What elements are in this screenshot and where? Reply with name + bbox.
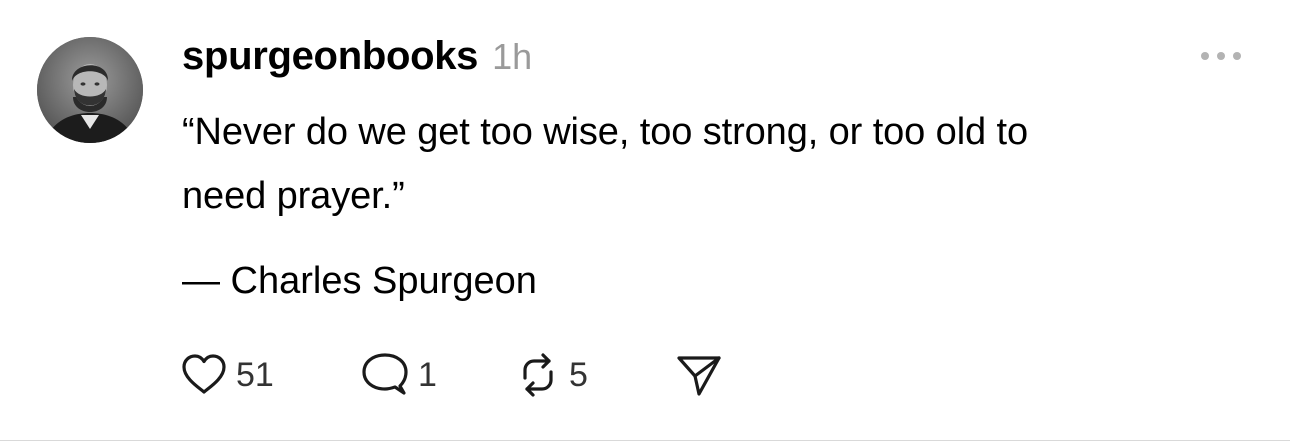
- send-paper-plane-icon: [677, 356, 721, 396]
- quote-attribution: — Charles Spurgeon: [182, 260, 537, 302]
- repost-button[interactable]: 5: [515, 350, 675, 400]
- reply-count: 1: [418, 355, 437, 394]
- username[interactable]: spurgeonbooks: [182, 34, 478, 79]
- post-header: spurgeonbooks 1h: [182, 34, 532, 84]
- more-options-button[interactable]: [1196, 38, 1246, 78]
- comment-bubble-icon: [362, 353, 408, 395]
- post-divider: [0, 440, 1290, 441]
- post-body: “Never do we get too wise, too strong, o…: [182, 100, 1272, 228]
- share-button[interactable]: [675, 350, 723, 400]
- repost-count: 5: [569, 355, 588, 394]
- post-body-line: “Never do we get too wise, too strong, o…: [182, 111, 1029, 153]
- heart-icon: [182, 354, 226, 394]
- timestamp: 1h: [492, 36, 533, 77]
- post-body-line: need prayer.”: [182, 175, 405, 217]
- avatar[interactable]: [37, 37, 143, 143]
- thread-post: spurgeonbooks 1h “Never do we get too wi…: [0, 0, 1290, 445]
- avatar-image: [37, 37, 143, 143]
- repost-arrows-icon: [523, 353, 553, 397]
- reply-button[interactable]: 1: [360, 350, 515, 400]
- action-bar: 51 1 5: [180, 350, 723, 400]
- like-button[interactable]: 51: [180, 350, 360, 400]
- more-options-icon: [1201, 52, 1241, 60]
- like-count: 51: [236, 355, 274, 394]
